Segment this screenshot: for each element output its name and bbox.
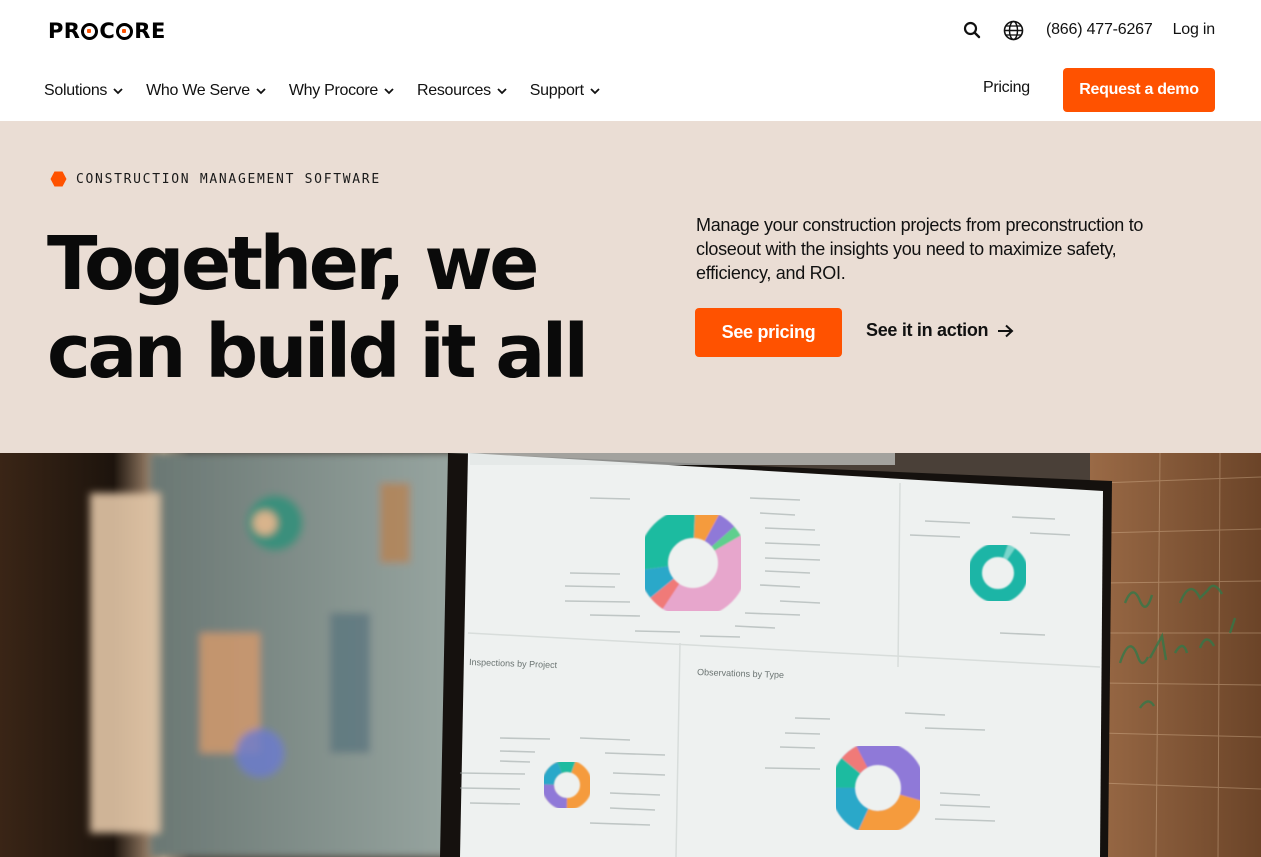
dashboard-photo: Inspections by Project Observations by T… (0, 453, 1261, 857)
top-utility-bar: PR C RE (866) 477-6267 Log in (0, 0, 1261, 60)
hero-headline: Together, we can build it all (47, 220, 607, 396)
chevron-down-icon (590, 86, 600, 96)
chevron-down-icon (497, 86, 507, 96)
see-it-in-action-link[interactable]: See it in action (866, 320, 1015, 341)
nav-item-who-we-serve[interactable]: Who We Serve (146, 79, 266, 103)
nav-item-label: Support (529, 82, 584, 99)
chevron-down-icon (113, 86, 123, 96)
nav-item-label: Resources (417, 82, 491, 99)
headline-line-2: can build it all (47, 309, 589, 395)
headline-line-1: Together, we (47, 221, 539, 307)
nav-item-label: Why Procore (288, 82, 378, 99)
eyebrow-text: CONSTRUCTION MANAGEMENT SOFTWARE (76, 171, 381, 187)
nav-item-label: Who We Serve (146, 82, 250, 99)
arrow-right-icon (997, 323, 1015, 339)
login-link[interactable]: Log in (1173, 21, 1216, 39)
chevron-down-icon (256, 86, 266, 96)
nav-item-label: Solutions (44, 82, 108, 99)
search-icon[interactable] (961, 19, 983, 41)
logo-o-mark (81, 22, 99, 40)
phone-link[interactable]: (866) 477-6267 (1046, 21, 1153, 39)
pricing-link[interactable]: Pricing (983, 79, 1030, 97)
hexagon-icon (50, 171, 67, 187)
nav-item-resources[interactable]: Resources (417, 79, 507, 103)
see-pricing-button[interactable]: See pricing (695, 308, 842, 357)
hero-section: CONSTRUCTION MANAGEMENT SOFTWARE Togethe… (0, 121, 1261, 453)
utility-nav: (866) 477-6267 Log in (961, 18, 1215, 42)
see-it-in-action-label: See it in action (866, 320, 989, 340)
hero-image-dashboard-photo: Inspections by Project Observations by T… (0, 453, 1261, 857)
eyebrow: CONSTRUCTION MANAGEMENT SOFTWARE (50, 171, 381, 187)
request-demo-button[interactable]: Request a demo (1063, 68, 1215, 112)
nav-menu: Solutions Who We Serve Why Procore Resou… (44, 79, 623, 103)
procore-logo[interactable]: PR C RE (48, 19, 166, 43)
chevron-down-icon (384, 86, 394, 96)
globe-icon[interactable] (1003, 19, 1025, 41)
nav-item-support[interactable]: Support (530, 79, 600, 103)
nav-item-solutions[interactable]: Solutions (44, 79, 123, 103)
nav-item-why-procore[interactable]: Why Procore (289, 79, 394, 103)
hero-description: Manage your construction projects from p… (696, 215, 1144, 283)
logo-o-mark-2 (116, 22, 134, 40)
